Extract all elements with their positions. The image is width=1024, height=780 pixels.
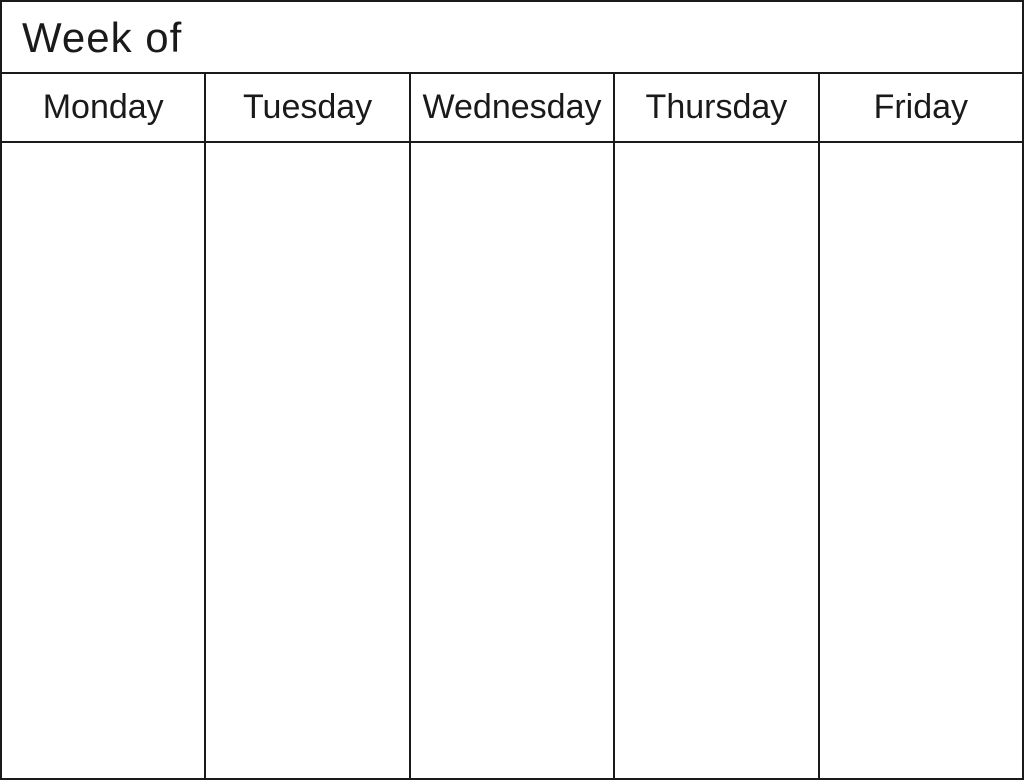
cell-wednesday[interactable]	[411, 143, 615, 778]
calendar-grid: Monday Tuesday Wednesday Thursday Friday	[2, 74, 1022, 778]
cell-friday[interactable]	[820, 143, 1022, 778]
week-of-label[interactable]: Week of	[22, 14, 182, 61]
day-header-monday: Monday	[2, 74, 206, 141]
day-header-tuesday: Tuesday	[206, 74, 410, 141]
calendar-header: Week of	[2, 2, 1022, 74]
cell-thursday[interactable]	[615, 143, 819, 778]
day-header-friday: Friday	[820, 74, 1022, 141]
cell-tuesday[interactable]	[206, 143, 410, 778]
day-cells-row	[2, 143, 1022, 778]
day-headers-row: Monday Tuesday Wednesday Thursday Friday	[2, 74, 1022, 143]
day-header-thursday: Thursday	[615, 74, 819, 141]
cell-monday[interactable]	[2, 143, 206, 778]
day-header-wednesday: Wednesday	[411, 74, 615, 141]
weekly-calendar: Week of Monday Tuesday Wednesday Thursda…	[0, 0, 1024, 780]
